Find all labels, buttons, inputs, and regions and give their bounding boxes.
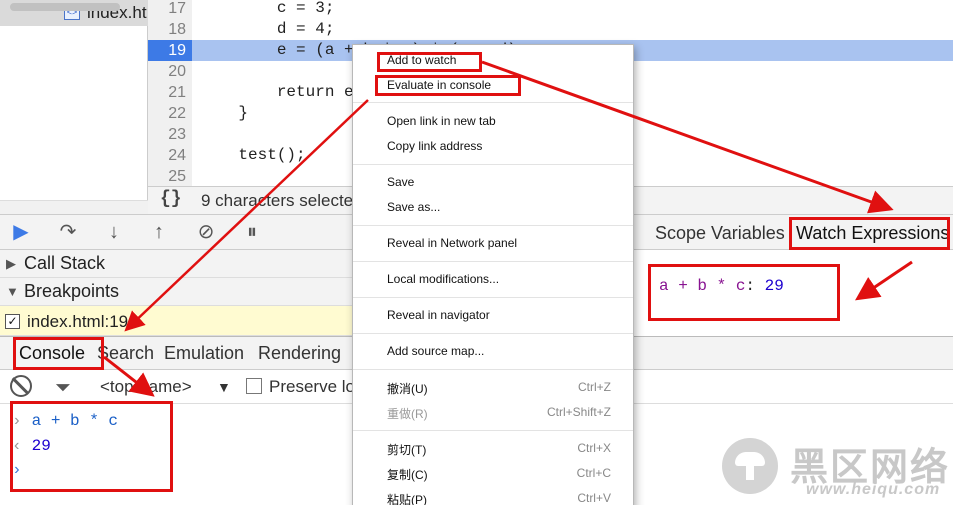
annotation-arrows	[103, 60, 913, 397]
